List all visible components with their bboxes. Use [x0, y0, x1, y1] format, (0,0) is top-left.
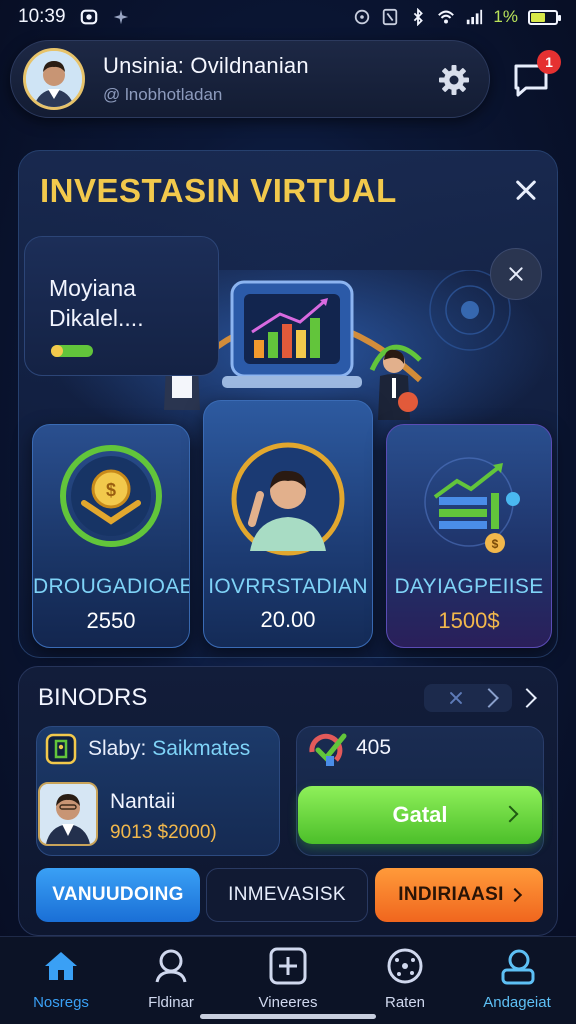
- person-portrait-icon: [26, 51, 82, 107]
- status-pill: [51, 345, 93, 357]
- alarm-icon: [80, 9, 97, 25]
- home-icon: [45, 952, 77, 980]
- user-name: Unsinia: Ovildnanian: [103, 53, 309, 78]
- person-amount: 9013 $2000): [110, 822, 217, 843]
- indiriaasi-label: INDIRIAASI: [398, 884, 504, 905]
- category-card-2[interactable]: IOVRRSTADIAN 20.00: [203, 400, 373, 648]
- close-icon: [446, 688, 466, 708]
- category-value: 2550: [86, 608, 136, 633]
- segment-close-button[interactable]: [446, 688, 466, 708]
- inmevasisk-button[interactable]: INMEVASISK: [206, 868, 368, 922]
- wifi-icon: [438, 10, 455, 24]
- category-label: DROUGADIOAE: [33, 575, 190, 598]
- home-indicator[interactable]: [200, 1014, 376, 1019]
- info-title-line-2: Dikalel....: [49, 305, 144, 331]
- page-title: INVESTASIN VIRTUAL: [40, 172, 397, 209]
- nav-label: Andageiat: [483, 994, 551, 1011]
- close-icon: [510, 174, 542, 206]
- bluetooth-icon: [414, 8, 424, 26]
- user-icon: [155, 949, 187, 983]
- stat-value: 405: [356, 736, 392, 759]
- info-card[interactable]: Moyiana Dikalel....: [24, 236, 219, 376]
- category-value: 20.00: [260, 607, 316, 632]
- indiriaasi-button[interactable]: INDIRIAASI: [375, 868, 543, 922]
- person-name: Nantaii: [110, 790, 176, 813]
- status-bar: 10:39 1%: [0, 0, 576, 34]
- partner-label: Slaby:: [88, 737, 147, 760]
- nav-label: Vineeres: [258, 994, 318, 1011]
- nav-item-network[interactable]: Raten: [350, 946, 460, 1016]
- profile-header[interactable]: Unsinia: Ovildnanian @ lnobhotladan: [10, 40, 490, 118]
- info-title: Moyiana Dikalel....: [49, 273, 144, 333]
- signal-icon: [467, 9, 483, 25]
- coin-shield-icon: $: [60, 445, 162, 547]
- vanuudoing-button[interactable]: VANUUDOING: [36, 868, 200, 922]
- partner-line: Slaby: Saikmates: [88, 737, 250, 761]
- nav-label: Nosregs: [33, 994, 89, 1011]
- category-card-3[interactable]: $ DAYIAGPEIISE 1500$: [386, 424, 552, 648]
- category-value: 1500$: [438, 608, 500, 633]
- info-title-line-1: Moyiana: [49, 275, 136, 301]
- close-button[interactable]: [510, 174, 542, 206]
- profile-icon: [501, 949, 535, 985]
- nav-item-profile[interactable]: Andageiat: [462, 946, 572, 1016]
- go-button[interactable]: Gatal: [298, 786, 542, 844]
- network-icon: [387, 948, 423, 984]
- battery-percent: 1%: [493, 7, 518, 26]
- nav-item-home[interactable]: Nosregs: [6, 946, 116, 1016]
- plus-square-icon: [269, 947, 307, 985]
- person-portrait-icon: [40, 784, 96, 844]
- section-title: BINODRS: [38, 684, 148, 711]
- person-avatar[interactable]: [38, 782, 98, 846]
- category-label: DAYIAGPEIISE: [394, 575, 544, 598]
- chevron-right-icon: [507, 887, 522, 903]
- nav-label: Raten: [384, 994, 426, 1011]
- advisor-avatar-icon: [231, 442, 345, 556]
- nav-label: Fldinar: [148, 994, 194, 1011]
- nav-item-add[interactable]: Vineeres: [233, 946, 343, 1016]
- gear-icon[interactable]: [437, 63, 471, 97]
- nav-item-user[interactable]: Fldinar: [116, 946, 226, 1016]
- svg-text:$: $: [492, 537, 499, 551]
- partner-value: Saikmates: [152, 737, 251, 760]
- nfc-icon: [383, 8, 398, 26]
- battery-icon: [528, 9, 561, 25]
- dismiss-button[interactable]: [490, 248, 542, 300]
- avatar[interactable]: [23, 48, 85, 110]
- growth-chart-icon: $: [424, 457, 520, 553]
- svg-text:$: $: [106, 480, 116, 500]
- category-label: IOVRRSTADIAN: [208, 575, 368, 598]
- category-card-1[interactable]: $ DROUGADIOAE 2550: [32, 424, 190, 648]
- airplane-icon: [113, 9, 128, 25]
- robot-badge-icon: [45, 733, 77, 765]
- user-handle: @ lnobhotladan: [103, 85, 223, 104]
- close-icon: [505, 263, 527, 285]
- status-time: 10:39: [18, 6, 66, 27]
- check-chart-icon: [309, 733, 347, 766]
- notification-badge: 1: [537, 50, 561, 74]
- vibrate-icon: [355, 9, 370, 25]
